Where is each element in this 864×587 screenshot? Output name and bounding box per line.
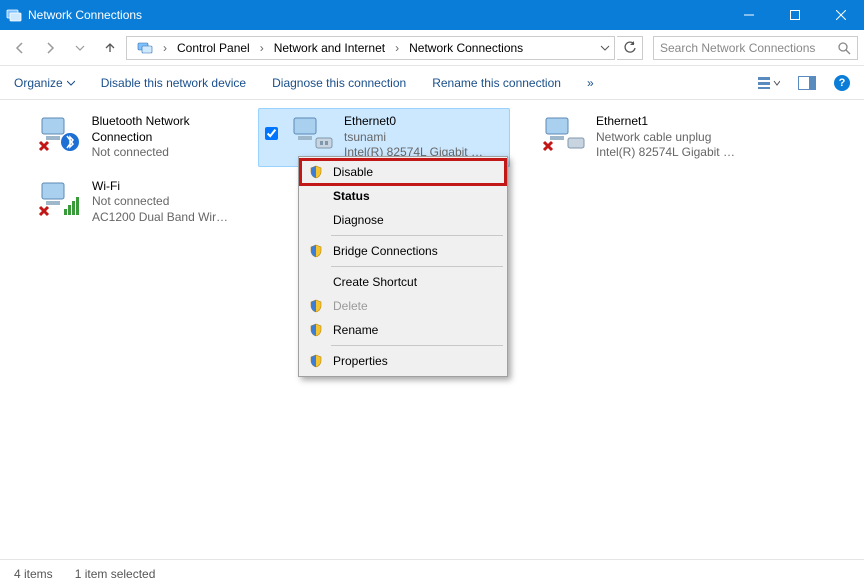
search-placeholder: Search Network Connections (660, 41, 851, 55)
connection-status: Not connected (92, 194, 228, 210)
ethernet-connection-icon (288, 114, 336, 154)
app-icon (0, 7, 28, 23)
connection-item-ethernet1[interactable]: Ethernet1 Network cable unplug Intel(R) … (510, 108, 762, 167)
connection-name: Ethernet1 (596, 114, 735, 130)
item-checkbox[interactable] (262, 114, 280, 143)
context-menu-label: Bridge Connections (333, 244, 438, 258)
context-menu-item-diagnose[interactable]: Diagnose (301, 208, 505, 232)
context-menu-item-bridge-connections[interactable]: Bridge Connections (301, 239, 505, 263)
view-options-button[interactable] (758, 76, 780, 90)
organize-menu[interactable]: Organize (14, 76, 75, 90)
connection-item-bluetooth[interactable]: Bluetooth Network Connection Not connect… (6, 108, 258, 167)
breadcrumb[interactable]: › Control Panel › Network and Internet ›… (126, 36, 615, 60)
connection-status: Network cable unplug (596, 130, 735, 146)
connection-status: tsunami (344, 130, 483, 146)
recent-locations-dropdown[interactable] (66, 34, 94, 62)
close-button[interactable] (818, 0, 864, 30)
address-dropdown-icon[interactable] (600, 43, 610, 53)
context-menu: Disable Status Diagnose Bridge Connections C… (298, 156, 508, 377)
breadcrumb-network-internet[interactable]: Network and Internet (268, 39, 391, 57)
context-menu-separator (331, 235, 503, 236)
item-checkbox[interactable] (10, 114, 28, 124)
rename-connection-button[interactable]: Rename this connection (432, 76, 561, 90)
search-input[interactable]: Search Network Connections (653, 36, 858, 60)
breadcrumb-root-icon[interactable] (131, 38, 159, 58)
connection-status: Not connected (92, 145, 250, 161)
chevron-right-icon[interactable]: › (161, 41, 169, 55)
item-checkbox[interactable] (514, 114, 532, 124)
status-selected-count: 1 item selected (75, 567, 156, 581)
chevron-right-icon[interactable]: › (258, 41, 266, 55)
shield-icon (307, 323, 325, 337)
refresh-button[interactable] (617, 36, 643, 60)
context-menu-label: Diagnose (333, 213, 384, 227)
context-menu-item-delete: Delete (301, 294, 505, 318)
context-menu-label: Properties (333, 354, 388, 368)
content-area: Bluetooth Network Connection Not connect… (0, 100, 864, 555)
context-menu-item-properties[interactable]: Properties (301, 349, 505, 373)
chevron-right-icon[interactable]: › (393, 41, 401, 55)
context-menu-label: Create Shortcut (333, 275, 417, 289)
connection-name: Ethernet0 (344, 114, 483, 130)
toolbar-overflow-button[interactable]: » (587, 76, 594, 90)
wifi-connection-icon (36, 179, 84, 219)
preview-pane-button[interactable] (798, 76, 816, 90)
back-button[interactable] (6, 34, 34, 62)
ethernet-connection-icon (540, 114, 588, 154)
connection-adapter: Intel(R) 82574L Gigabit … (596, 145, 735, 161)
shield-icon (307, 165, 325, 179)
up-button[interactable] (96, 34, 124, 62)
shield-icon (307, 299, 325, 313)
shield-icon (307, 354, 325, 368)
context-menu-label: Rename (333, 323, 378, 337)
address-bar: › Control Panel › Network and Internet ›… (0, 30, 864, 66)
breadcrumb-control-panel[interactable]: Control Panel (171, 39, 256, 57)
context-menu-separator (331, 345, 503, 346)
context-menu-item-rename[interactable]: Rename (301, 318, 505, 342)
minimize-button[interactable] (726, 0, 772, 30)
disable-device-button[interactable]: Disable this network device (101, 76, 246, 90)
chevron-down-icon (67, 79, 75, 87)
command-bar: Organize Disable this network device Dia… (0, 66, 864, 100)
context-menu-item-create-shortcut[interactable]: Create Shortcut (301, 270, 505, 294)
search-icon (837, 41, 851, 55)
connection-name: Wi-Fi (92, 179, 228, 195)
context-menu-item-disable[interactable]: Disable (301, 160, 505, 184)
connection-adapter: AC1200 Dual Band Wir… (92, 210, 228, 226)
bluetooth-connection-icon (36, 114, 84, 154)
diagnose-connection-button[interactable]: Diagnose this connection (272, 76, 406, 90)
connection-name: Bluetooth Network Connection (92, 114, 250, 145)
status-bar: 4 items 1 item selected (0, 559, 864, 587)
window-title: Network Connections (28, 8, 726, 22)
context-menu-label: Disable (333, 165, 373, 179)
forward-button[interactable] (36, 34, 64, 62)
context-menu-label: Status (333, 189, 370, 203)
item-checkbox[interactable] (10, 179, 28, 189)
help-button[interactable]: ? (834, 75, 850, 91)
connection-item-wifi[interactable]: Wi-Fi Not connected AC1200 Dual Band Wir… (6, 173, 258, 232)
maximize-button[interactable] (772, 0, 818, 30)
context-menu-separator (331, 266, 503, 267)
context-menu-label: Delete (333, 299, 368, 313)
status-item-count: 4 items (14, 567, 53, 581)
breadcrumb-network-connections[interactable]: Network Connections (403, 39, 529, 57)
context-menu-item-status[interactable]: Status (301, 184, 505, 208)
shield-icon (307, 244, 325, 258)
window-titlebar: Network Connections (0, 0, 864, 30)
